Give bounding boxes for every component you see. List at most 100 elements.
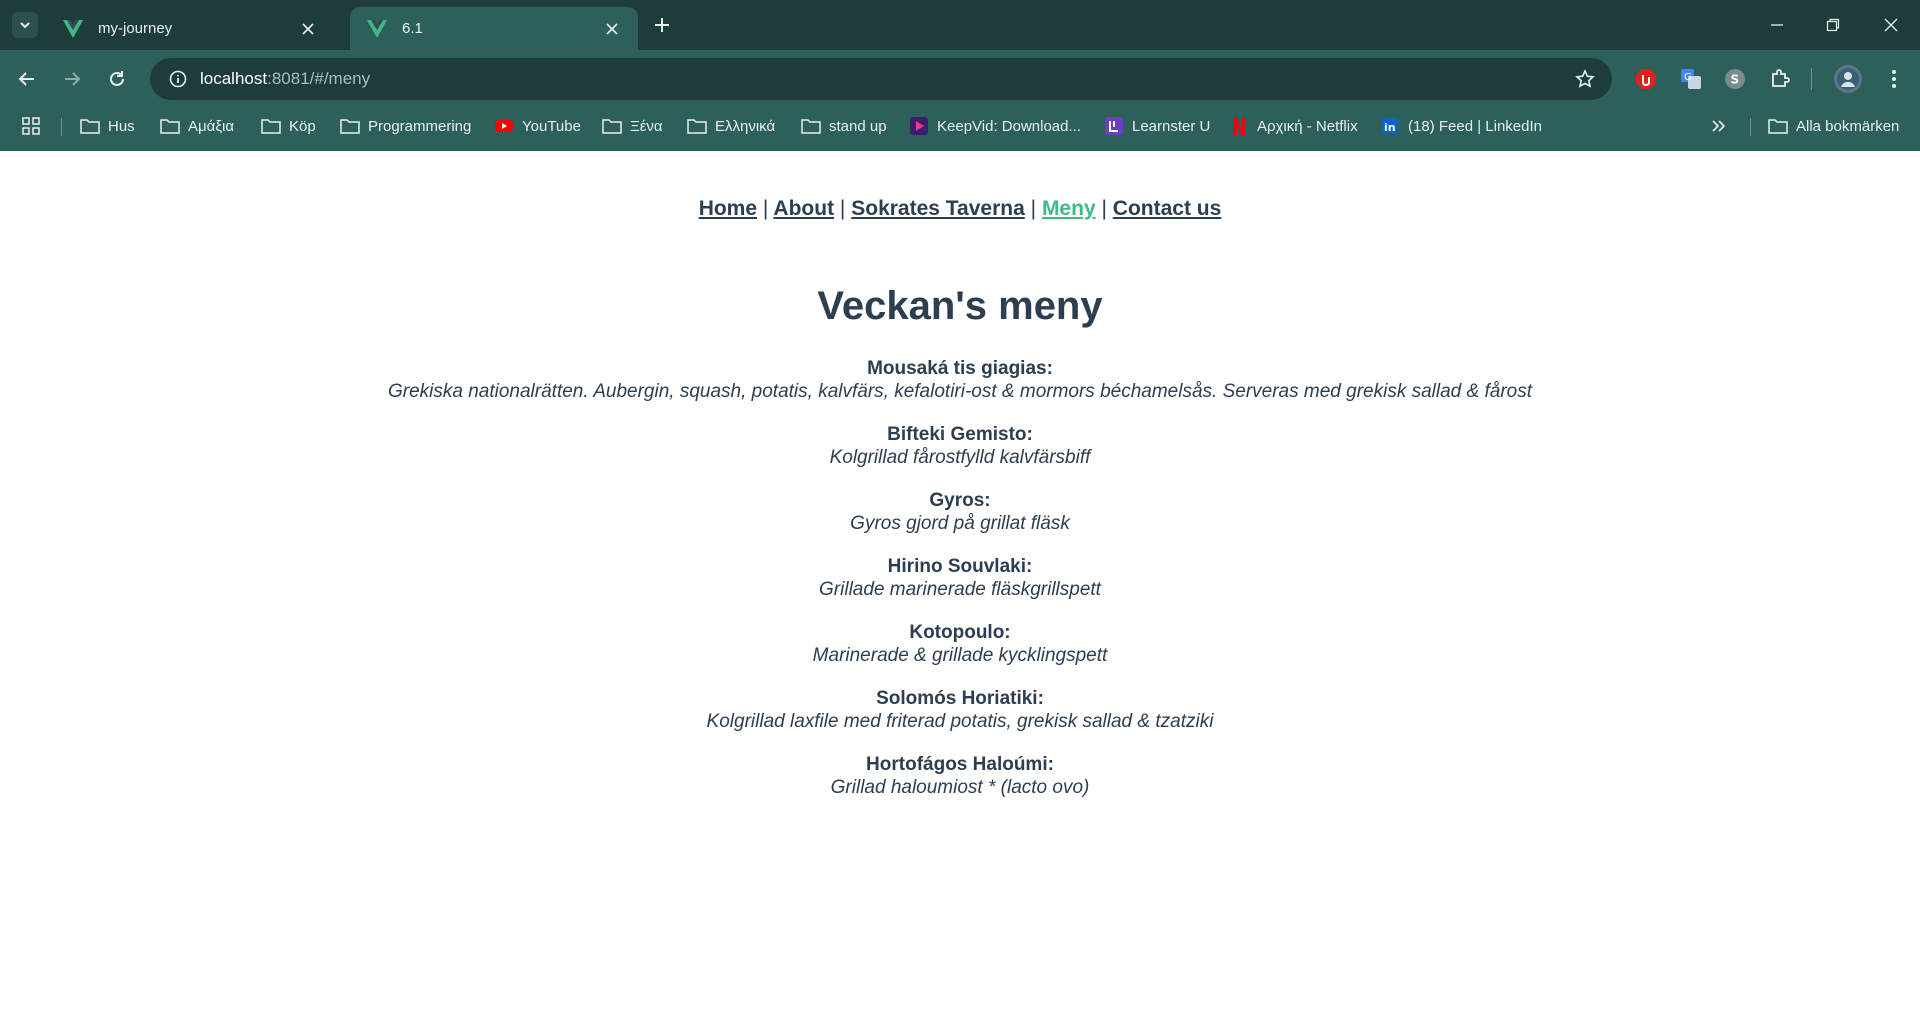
dish-description: Grekiska nationalrätten. Aubergin, squas…: [387, 381, 1532, 402]
profile-avatar[interactable]: [1834, 65, 1862, 93]
new-tab-button[interactable]: [650, 13, 674, 37]
dish-description: Grillad haloumiost * (lacto ovo): [830, 777, 1090, 798]
dish-description: Kolgrillad fårostfylld kalvfärsbiff: [829, 447, 1091, 468]
bookmarks-divider: [61, 118, 62, 136]
nav-link-sokrates-taverna[interactable]: Sokrates Taverna: [851, 197, 1025, 220]
menu-item: Hortofágos Haloúmi: Grillad haloumiost *…: [0, 753, 1920, 819]
learnster-icon: [1104, 117, 1124, 135]
tab-search-button[interactable]: [12, 12, 38, 38]
bookmark-label: (18) Feed | LinkedIn: [1408, 117, 1542, 135]
bookmark-kop[interactable]: Köp: [261, 108, 316, 144]
nav-link-home[interactable]: Home: [699, 197, 757, 220]
bookmark-stand-up[interactable]: stand up: [801, 108, 887, 144]
bookmark-label: Αμάξια: [188, 117, 235, 135]
bookmark-label: Learnster U: [1132, 117, 1211, 135]
bookmarks-bar: Hus Αμάξια Köp Programmering YouTube Ξέν…: [0, 108, 1920, 151]
menu-kebab-icon[interactable]: [1882, 67, 1906, 91]
back-button[interactable]: [14, 66, 40, 92]
nav-link-meny[interactable]: Meny: [1042, 197, 1096, 220]
address-bar[interactable]: localhost:8081/#/meny: [150, 58, 1612, 100]
bookmark-label: Hus: [108, 117, 135, 135]
apps-grid-button[interactable]: [21, 108, 49, 144]
bookmark-label: KeepVid: Download...: [937, 117, 1081, 135]
minimize-icon: [1771, 24, 1783, 26]
more-bookmarks-button[interactable]: [1709, 108, 1737, 144]
minimize-button[interactable]: [1762, 10, 1792, 40]
site-info-icon[interactable]: [156, 58, 200, 100]
tab-6-1[interactable]: 6.1: [350, 7, 638, 50]
tab-title: 6.1: [402, 20, 423, 37]
bookmark-label: Ξένα: [630, 117, 663, 135]
bookmarks-divider: [1750, 118, 1751, 136]
bookmark-xena[interactable]: Ξένα: [602, 108, 663, 144]
bookmark-keepvid[interactable]: KeepVid: Download...: [909, 108, 1081, 144]
arrow-left-icon: [18, 72, 34, 86]
apps-grid-icon: [21, 117, 41, 135]
browser-toolbar: localhost:8081/#/meny G S: [0, 50, 1920, 108]
menu-item: Hirino Souvlaki: Grillade marinerade flä…: [0, 555, 1920, 621]
forward-button[interactable]: [59, 66, 85, 92]
tab-my-journey[interactable]: my-journey: [46, 7, 334, 50]
svg-text:S: S: [1731, 73, 1740, 87]
menu-item: Solomós Horiatiki: Kolgrillad laxfile me…: [0, 687, 1920, 753]
close-icon[interactable]: [298, 19, 318, 39]
folder-icon: [80, 117, 100, 135]
reload-icon: [110, 71, 124, 86]
nav-separator: |: [1030, 197, 1037, 220]
bookmark-youtube[interactable]: YouTube: [494, 108, 581, 144]
plus-icon: [655, 18, 669, 32]
bookmark-star-icon[interactable]: [1574, 68, 1596, 90]
bookmark-label: Köp: [289, 117, 316, 135]
bookmark-netflix[interactable]: Αρχική - Netflix: [1229, 108, 1358, 144]
dish-description: Gyros gjord på grillat fläsk: [850, 513, 1070, 534]
folder-icon: [160, 117, 180, 135]
dish-name: Solomós Horiatiki:: [876, 688, 1044, 709]
bookmark-label: stand up: [829, 117, 887, 135]
menu-item: Gyros: Gyros gjord på grillat fläsk: [0, 489, 1920, 555]
s-extension-icon[interactable]: S: [1723, 67, 1747, 91]
netflix-icon: [1229, 117, 1249, 135]
chevron-down-icon: [20, 22, 30, 29]
keepvid-icon: [909, 117, 929, 135]
folder-icon: [261, 117, 281, 135]
double-chevron-right-icon: [1709, 117, 1729, 135]
nav-link-about[interactable]: About: [773, 197, 834, 220]
adblock-extension-icon[interactable]: [1634, 67, 1658, 91]
translate-extension-icon[interactable]: G: [1679, 67, 1703, 91]
arrow-right-icon: [65, 72, 81, 86]
bookmark-programmering[interactable]: Programmering: [340, 108, 471, 144]
dish-name: Gyros:: [929, 490, 991, 511]
dish-description: Marinerade & grillade kycklingspett: [812, 645, 1108, 666]
close-icon[interactable]: [602, 19, 622, 39]
folder-icon: [602, 117, 622, 135]
bookmark-label: Ελληνικά: [715, 117, 776, 135]
url-host: localhost: [200, 69, 268, 88]
tab-strip: my-journey 6.1: [0, 0, 1920, 50]
dish-description: Grillade marinerade fläskgrillspett: [819, 579, 1101, 600]
all-bookmarks-label: Alla bokmärken: [1796, 117, 1900, 135]
avatar-icon: [1837, 68, 1859, 90]
extensions-puzzle-icon[interactable]: [1768, 67, 1792, 91]
bookmark-hus[interactable]: Hus: [80, 108, 135, 144]
window-close-button[interactable]: [1876, 10, 1906, 40]
restore-button[interactable]: [1818, 10, 1848, 40]
nav-link-contact-us[interactable]: Contact us: [1113, 197, 1222, 220]
url-text: localhost:8081/#/meny: [200, 69, 370, 89]
menu-item: Kotopoulo: Marinerade & grillade kycklin…: [0, 621, 1920, 687]
url-path: :8081/#/meny: [267, 69, 371, 88]
bookmark-learnster[interactable]: Learnster U: [1104, 108, 1210, 144]
vue-logo-icon: [62, 18, 84, 40]
bookmark-linkedin[interactable]: in (18) Feed | LinkedIn: [1380, 108, 1542, 144]
svg-text:in: in: [1384, 121, 1396, 134]
menu-item: Bifteki Gemisto: Kolgrillad fårostfylld …: [0, 423, 1920, 489]
bookmark-label: Programmering: [368, 117, 472, 135]
toolbar-divider: [1811, 68, 1812, 90]
all-bookmarks-button[interactable]: Alla bokmärken: [1768, 108, 1899, 144]
bookmark-amaxia[interactable]: Αμάξια: [160, 108, 234, 144]
folder-icon: [1768, 117, 1788, 135]
reload-button[interactable]: [104, 66, 130, 92]
dish-name: Mousaká tis giagias:: [867, 358, 1053, 379]
bookmark-ellinika[interactable]: Ελληνικά: [687, 108, 775, 144]
page-viewport: Home | About | Sokrates Taverna | Meny |…: [0, 151, 1920, 1030]
folder-icon: [801, 117, 821, 135]
